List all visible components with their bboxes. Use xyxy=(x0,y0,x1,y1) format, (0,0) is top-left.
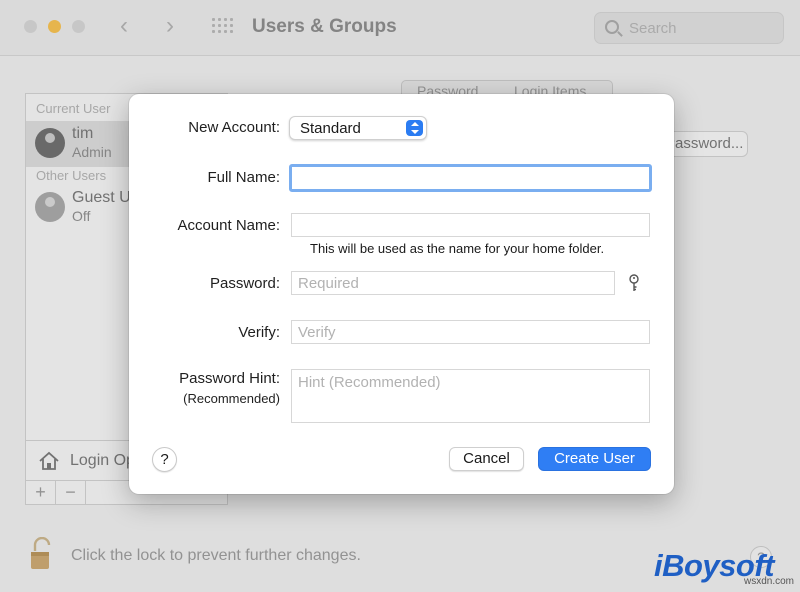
new-account-sheet: New Account: Standard Full Name: Account… xyxy=(129,94,674,494)
watermark-site: wsxdn.com xyxy=(744,576,795,587)
account-name-note: This will be used as the name for your h… xyxy=(310,241,605,256)
full-name-label: Full Name: xyxy=(207,169,280,186)
account-name-label: Account Name: xyxy=(177,217,280,234)
popup-stepper-icon xyxy=(406,120,423,136)
password-hint-sublabel: (Recommended) xyxy=(183,391,280,406)
account-name-field[interactable] xyxy=(291,213,650,237)
cancel-button[interactable]: Cancel xyxy=(449,447,524,471)
account-type-popup[interactable]: Standard xyxy=(289,116,427,140)
verify-label: Verify: xyxy=(238,324,280,341)
full-name-field[interactable] xyxy=(289,164,652,192)
password-hint-label: Password Hint: xyxy=(179,370,280,387)
create-user-button[interactable]: Create User xyxy=(538,447,651,471)
account-type-value: Standard xyxy=(300,120,361,137)
verify-field[interactable] xyxy=(291,320,650,344)
new-account-label: New Account: xyxy=(188,119,280,136)
dialog-help-button[interactable]: ? xyxy=(152,447,177,472)
password-label: Password: xyxy=(209,275,280,292)
password-hint-field[interactable] xyxy=(291,369,650,423)
password-assistant-key-icon[interactable] xyxy=(628,274,640,292)
password-field[interactable] xyxy=(291,271,615,295)
